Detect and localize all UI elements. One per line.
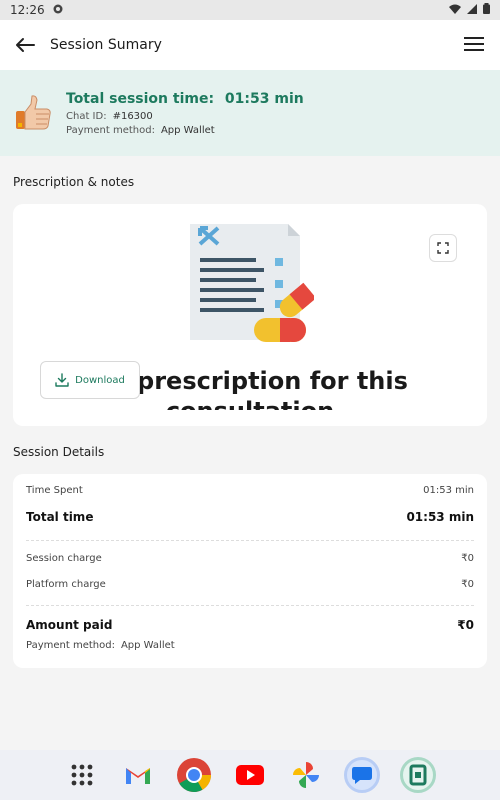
details-payment-method-row: Payment method: App Wallet xyxy=(26,640,474,651)
time-spent-label: Time Spent xyxy=(26,485,83,496)
session-charge-value: ₹0 xyxy=(461,553,474,564)
download-label: Download xyxy=(75,374,125,386)
total-time-label: Total time xyxy=(26,510,94,524)
total-time-value: 01:53 min xyxy=(406,510,474,524)
total-time-row: Total time 01:53 min xyxy=(26,510,474,524)
session-charge-row: Session charge ₹0 xyxy=(26,553,474,564)
details-payment-method-value: App Wallet xyxy=(120,640,175,651)
total-session-time-value: 01:53 min xyxy=(224,90,304,107)
payment-method-label: Payment method: xyxy=(66,124,155,136)
payment-method-row: Payment method: App Wallet xyxy=(66,125,304,136)
expand-icon xyxy=(437,242,449,254)
prescription-card: No prescription for this consultation Do… xyxy=(13,204,487,426)
platform-charge-label: Platform charge xyxy=(26,579,106,590)
platform-charge-row: Platform charge ₹0 xyxy=(26,579,474,590)
time-spent-value: 01:53 min xyxy=(423,485,474,496)
expand-button[interactable] xyxy=(429,234,457,262)
app-launcher-icon[interactable] xyxy=(400,757,436,793)
divider xyxy=(26,605,474,606)
gmail-icon[interactable] xyxy=(120,757,156,793)
session-details-card: Time Spent 01:53 min Total time 01:53 mi… xyxy=(13,474,487,668)
session-details-title: Session Details xyxy=(13,445,105,459)
download-icon xyxy=(55,373,69,387)
chrome-icon[interactable] xyxy=(176,757,212,793)
divider xyxy=(26,540,474,541)
chat-id-value: #16300 xyxy=(112,110,153,122)
session-summary-banner: Total session time: 01:53 min Chat ID: #1… xyxy=(0,70,500,156)
payment-method-value: App Wallet xyxy=(160,124,215,136)
battery-icon xyxy=(483,3,490,17)
messages-icon[interactable] xyxy=(344,757,380,793)
app-bar: Session Sumary xyxy=(0,20,500,70)
total-session-time: Total session time: 01:53 min xyxy=(66,91,304,107)
session-charge-label: Session charge xyxy=(26,553,102,564)
thumbs-up-icon xyxy=(14,93,54,133)
amount-paid-value: ₹0 xyxy=(457,618,474,632)
youtube-icon[interactable] xyxy=(232,757,268,793)
photos-icon[interactable] xyxy=(288,757,324,793)
details-payment-method-label: Payment method: xyxy=(26,640,115,651)
back-arrow-icon xyxy=(16,38,35,52)
apps-grid-icon[interactable] xyxy=(64,757,100,793)
download-button[interactable]: Download xyxy=(40,361,140,399)
signal-icon xyxy=(467,3,477,17)
status-time: 12:26 xyxy=(10,3,45,17)
status-bar: 12:26 xyxy=(0,0,500,20)
total-session-time-label: Total session time: xyxy=(66,90,215,107)
page-title: Session Sumary xyxy=(50,37,162,53)
time-spent-row: Time Spent 01:53 min xyxy=(26,485,474,496)
amount-paid-row: Amount paid ₹0 xyxy=(26,618,474,632)
chat-id-label: Chat ID: xyxy=(66,110,107,122)
back-button[interactable] xyxy=(12,32,38,58)
notification-icon xyxy=(53,3,63,17)
platform-charge-value: ₹0 xyxy=(461,579,474,590)
amount-paid-label: Amount paid xyxy=(26,618,113,632)
menu-button[interactable] xyxy=(462,32,486,56)
prescription-document-icon xyxy=(188,222,317,350)
hamburger-icon xyxy=(464,37,484,51)
chat-id-row: Chat ID: #16300 xyxy=(66,111,304,122)
app-dock xyxy=(0,750,500,800)
prescription-section-title: Prescription & notes xyxy=(13,175,135,189)
wifi-icon xyxy=(449,3,461,17)
